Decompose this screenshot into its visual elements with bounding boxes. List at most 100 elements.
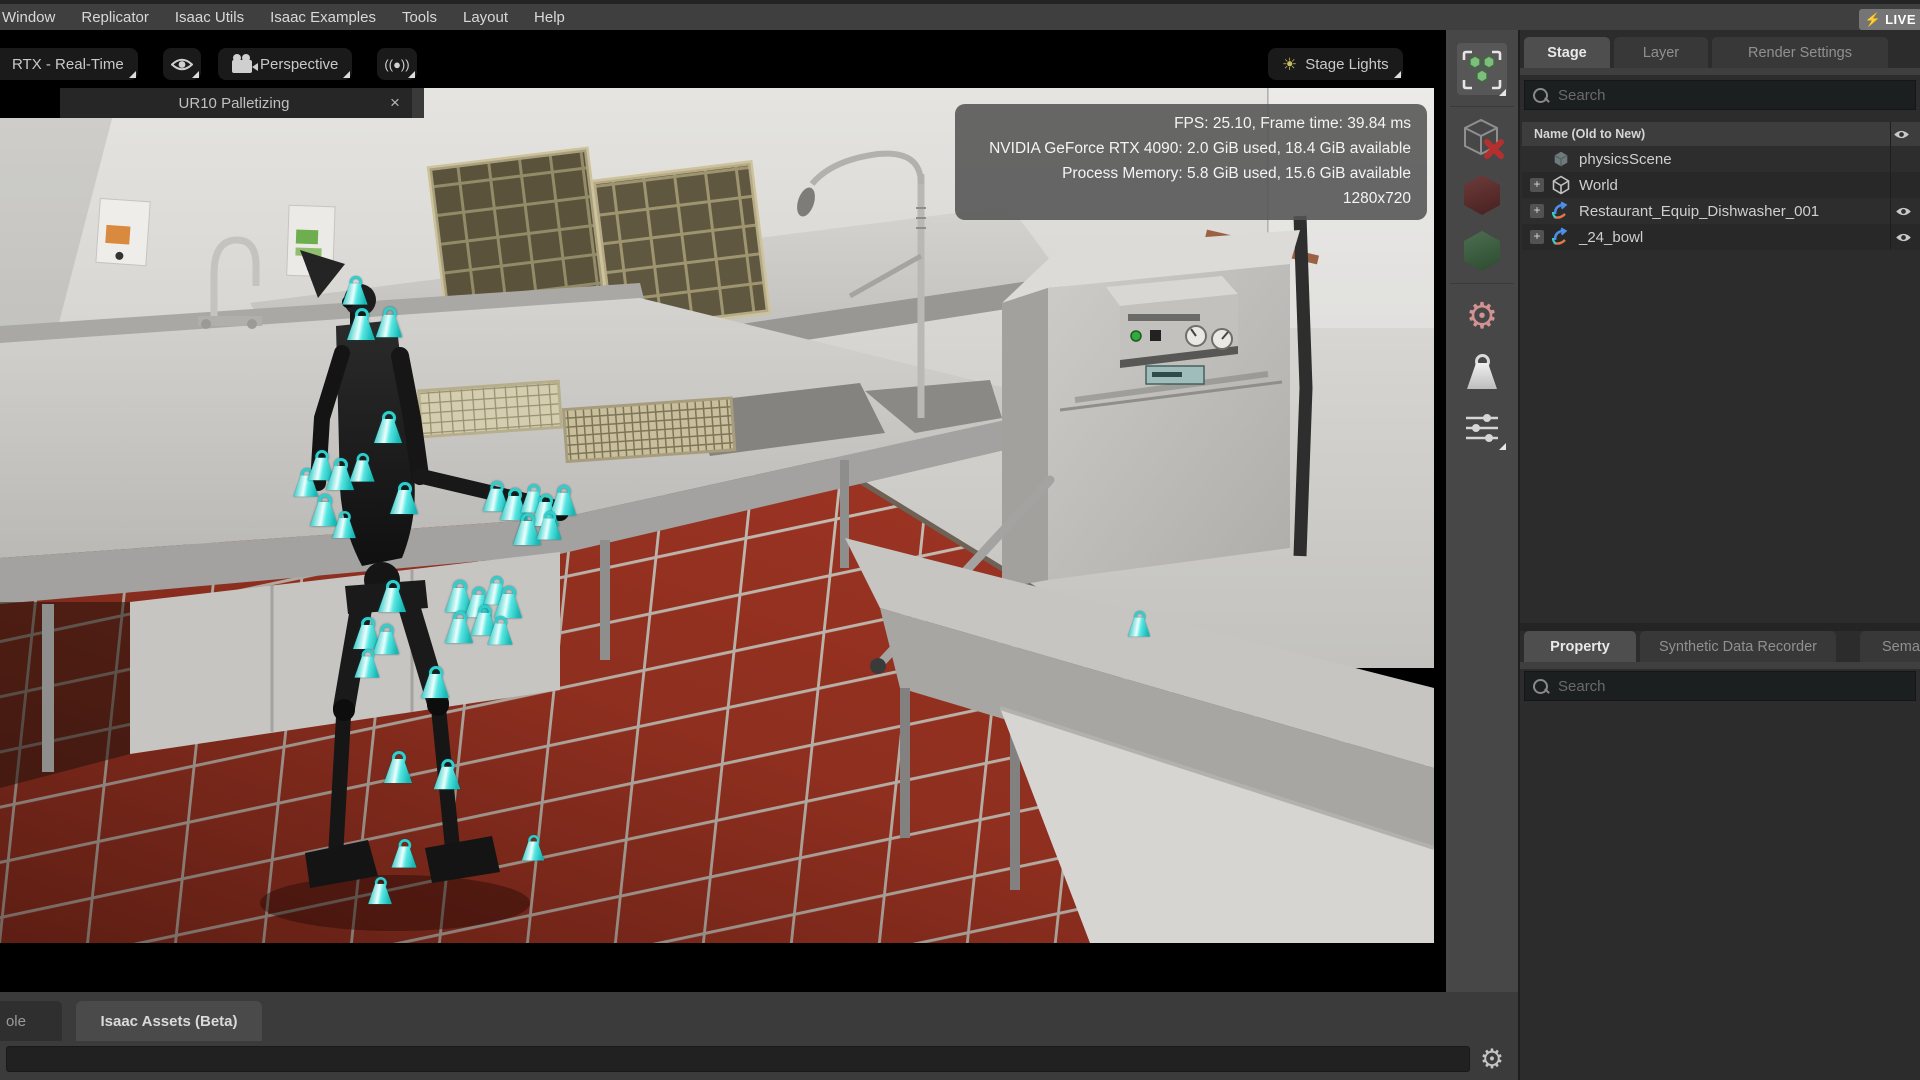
- viewport-tab-row: UR10 Palletizing ×: [0, 88, 434, 118]
- bottom-panel: ole Isaac Assets (Beta) ⚙: [0, 992, 1518, 1080]
- xform-cube-icon: [1551, 175, 1571, 195]
- expand-toggle[interactable]: +: [1530, 178, 1544, 192]
- lightning-icon: ⚡: [1865, 12, 1881, 28]
- property-search[interactable]: [1524, 671, 1916, 701]
- tab-synthetic-data-recorder[interactable]: Synthetic Data Recorder: [1640, 631, 1836, 662]
- tab-semantics[interactable]: Seman: [1860, 631, 1920, 662]
- mass-tool-button[interactable]: [1446, 344, 1518, 400]
- tree-row-dishwasher[interactable]: + Restaurant_Equip_Dishwasher_001: [1522, 198, 1920, 224]
- ghost-cube-button[interactable]: [1446, 111, 1518, 167]
- camera-menu-button[interactable]: Perspective: [218, 48, 352, 80]
- render-stats-overlay: FPS: 25.10, Frame time: 39.84 ms NVIDIA …: [955, 104, 1427, 220]
- menu-bar: Window Replicator Isaac Utils Isaac Exam…: [0, 0, 1920, 30]
- prim-name: _24_bowl: [1579, 229, 1643, 246]
- soap-dispenser-left[interactable]: [96, 198, 150, 265]
- prim-name: Restaurant_Equip_Dishwasher_001: [1579, 203, 1819, 220]
- stats-memory: Process Memory: 5.8 GiB used, 15.6 GiB a…: [965, 161, 1411, 186]
- reference-prim-icon: [1551, 201, 1571, 221]
- visibility-eye-icon[interactable]: [1895, 206, 1912, 217]
- viewport-tab-title: UR10 Palletizing: [60, 95, 378, 112]
- tab-stage-label: Stage: [1547, 45, 1587, 61]
- tab-property-label: Property: [1550, 639, 1610, 655]
- tab-console-partial[interactable]: ole: [0, 1001, 62, 1041]
- tab-render-settings[interactable]: Render Settings: [1712, 37, 1888, 68]
- renderer-mode-label: RTX - Real-Time: [12, 56, 124, 73]
- selection-mode-button[interactable]: [1446, 38, 1518, 102]
- tab-ur10-palletizing[interactable]: UR10 Palletizing ×: [60, 88, 412, 118]
- stage-lights-button[interactable]: ☀ Stage Lights: [1268, 48, 1403, 80]
- viewport-region: RTX - Real-Time Perspective ((●)) ☀ Stag…: [0, 30, 1434, 992]
- isaac-sim-window: Window Replicator Isaac Utils Isaac Exam…: [0, 0, 1920, 1080]
- eye-column-icon[interactable]: [1893, 129, 1910, 140]
- menu-layout[interactable]: Layout: [463, 9, 508, 26]
- tab-render-settings-label: Render Settings: [1748, 45, 1852, 61]
- broadcast-icon: ((●)): [384, 57, 409, 72]
- assets-filter-input[interactable]: [6, 1046, 1470, 1072]
- menu-tools[interactable]: Tools: [402, 9, 437, 26]
- flat-rack-right[interactable]: [564, 398, 735, 462]
- tree-row-24-bowl[interactable]: + _24_bowl: [1522, 224, 1920, 250]
- camera-icon: [232, 60, 252, 73]
- stats-resolution: 1280x720: [965, 186, 1411, 211]
- tab-layer-label: Layer: [1643, 45, 1679, 61]
- prim-name: physicsScene: [1579, 151, 1672, 168]
- light-bulb-icon: ☀: [1282, 56, 1297, 73]
- maroon-cube-button[interactable]: [1446, 167, 1518, 223]
- tab-stage[interactable]: Stage: [1524, 37, 1610, 68]
- renderer-mode-button[interactable]: RTX - Real-Time: [0, 48, 138, 80]
- tree-sort-label: Name (Old to New): [1534, 127, 1645, 141]
- expander-spacer: +: [1530, 152, 1544, 166]
- live-label: LIVE: [1885, 12, 1916, 27]
- maroon-cube-icon: [1464, 175, 1500, 215]
- search-icon: [1533, 679, 1548, 694]
- panel-splitter[interactable]: [1520, 623, 1920, 631]
- tab-isaac-assets-label: Isaac Assets (Beta): [100, 1013, 237, 1030]
- menu-help[interactable]: Help: [534, 9, 565, 26]
- flat-rack-left[interactable]: [419, 381, 562, 437]
- sliders-icon: [1464, 410, 1500, 446]
- weight-icon: [1467, 363, 1497, 389]
- render-settings-quick-button[interactable]: ((●)): [377, 48, 417, 80]
- selection-cubes-icon: [1460, 48, 1504, 92]
- hidden-cube-icon: [1459, 116, 1505, 162]
- tree-row-physicsscene[interactable]: + physicsScene: [1522, 146, 1920, 172]
- stage-search[interactable]: [1524, 80, 1916, 110]
- visibility-eye-icon[interactable]: [1895, 232, 1912, 243]
- tab-console-label: ole: [6, 1013, 26, 1030]
- camera-label: Perspective: [260, 56, 338, 73]
- menu-isaac-examples[interactable]: Isaac Examples: [270, 9, 376, 26]
- tab-isaac-assets[interactable]: Isaac Assets (Beta): [76, 1001, 262, 1041]
- expand-toggle[interactable]: +: [1530, 204, 1544, 218]
- stage-tree-header[interactable]: Name (Old to New): [1522, 122, 1920, 146]
- physics-settings-button[interactable]: ⚙: [1446, 288, 1518, 344]
- property-search-input[interactable]: [1556, 677, 1860, 696]
- tab-property[interactable]: Property: [1524, 631, 1636, 662]
- stats-gpu: NVIDIA GeForce RTX 4090: 2.0 GiB used, 1…: [965, 136, 1411, 161]
- menu-replicator[interactable]: Replicator: [81, 9, 149, 26]
- tree-row-world[interactable]: + World: [1522, 172, 1920, 198]
- search-icon: [1533, 88, 1548, 103]
- stage-lights-label: Stage Lights: [1305, 56, 1388, 73]
- live-sync-badge[interactable]: ⚡ LIVE: [1859, 9, 1920, 30]
- gear-icon: ⚙: [1466, 298, 1498, 334]
- green-cube-icon: [1464, 231, 1500, 271]
- simulation-toolbar: ⚙: [1446, 30, 1518, 992]
- tab-layer[interactable]: Layer: [1614, 37, 1708, 68]
- filter-options-button[interactable]: [1446, 400, 1518, 456]
- menu-window[interactable]: Window: [2, 9, 55, 26]
- reference-prim-icon: [1551, 227, 1571, 247]
- assets-settings-gear-icon[interactable]: ⚙: [1474, 1042, 1510, 1076]
- tab-sdr-label: Synthetic Data Recorder: [1659, 639, 1817, 655]
- eye-icon: [171, 57, 193, 72]
- menu-isaac-utils[interactable]: Isaac Utils: [175, 9, 244, 26]
- visibility-menu-button[interactable]: [163, 48, 201, 80]
- physics-scene-icon: [1551, 149, 1571, 169]
- green-cube-button[interactable]: [1446, 223, 1518, 279]
- tab-semantics-label: Seman: [1882, 639, 1920, 655]
- stage-search-input[interactable]: [1556, 86, 1860, 105]
- expand-toggle[interactable]: +: [1530, 230, 1544, 244]
- stats-fps: FPS: 25.10, Frame time: 39.84 ms: [965, 111, 1411, 136]
- close-icon[interactable]: ×: [378, 93, 412, 113]
- prim-name: World: [1579, 177, 1618, 194]
- right-panel: Stage Layer Render Settings Name (Old to…: [1518, 30, 1920, 1080]
